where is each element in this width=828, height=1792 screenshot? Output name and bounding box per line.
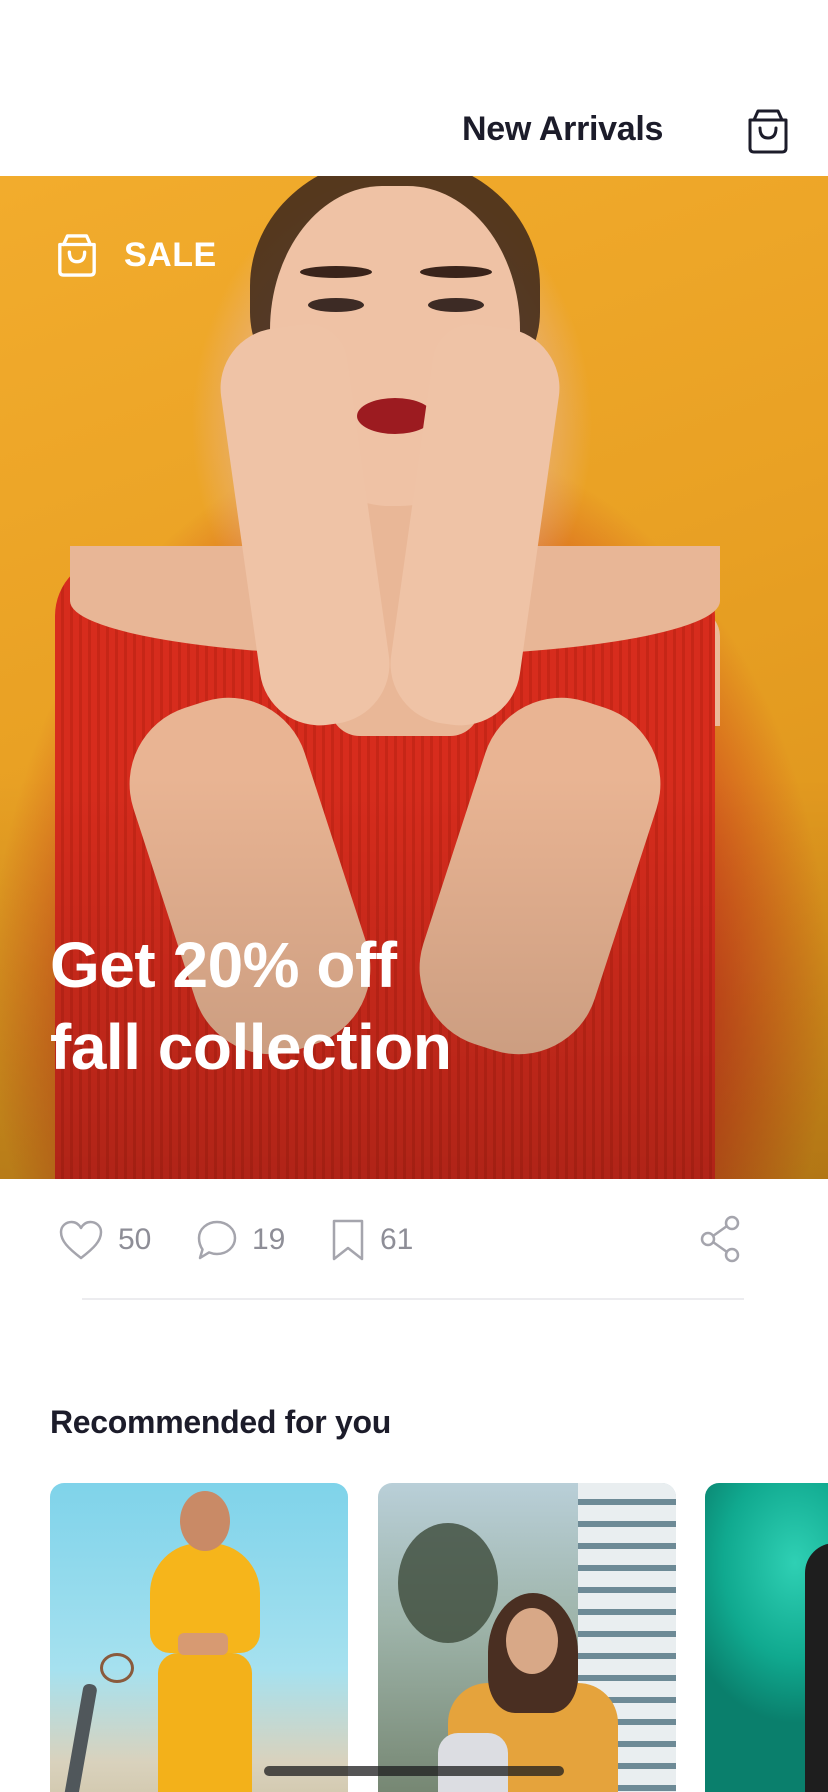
- comment-icon: [197, 1220, 237, 1260]
- model-pants: [158, 1653, 252, 1792]
- like-count: 50: [118, 1223, 152, 1256]
- hero-headline-line-2: fall collection: [50, 1011, 452, 1083]
- model-silhouette: [805, 1543, 828, 1792]
- bookmark-icon: [332, 1219, 364, 1261]
- recommended-item-3[interactable]: [705, 1483, 828, 1792]
- model-face: [506, 1608, 558, 1674]
- recommended-item-1[interactable]: [50, 1483, 348, 1792]
- bookmark-button[interactable]: 61: [330, 1216, 413, 1264]
- hero-eye-left: [308, 298, 364, 312]
- model-head: [180, 1491, 230, 1551]
- recommended-item-2[interactable]: [378, 1483, 676, 1792]
- home-indicator[interactable]: [264, 1766, 564, 1776]
- comment-count: 19: [252, 1223, 286, 1256]
- comment-button[interactable]: 19: [196, 1216, 285, 1264]
- basketball-hoop: [100, 1653, 134, 1683]
- model-jeans: [438, 1733, 508, 1792]
- recommended-title: Recommended for you: [50, 1404, 392, 1440]
- share-button[interactable]: [698, 1214, 742, 1264]
- action-bar: 50 19 61: [0, 1190, 828, 1290]
- hero-headline-line-1: Get 20% off: [50, 929, 397, 1001]
- top-header: New Arrivals: [0, 0, 828, 176]
- model-midriff: [178, 1633, 228, 1655]
- hero-brow-right: [420, 266, 492, 278]
- basketball-pole: [56, 1682, 98, 1792]
- bookmark-count: 61: [380, 1223, 414, 1256]
- sale-badge[interactable]: SALE: [56, 232, 217, 278]
- page-title: New Arrivals: [462, 110, 664, 148]
- like-button[interactable]: 50: [58, 1216, 151, 1264]
- cart-button[interactable]: [746, 108, 790, 154]
- palm-tree: [398, 1523, 498, 1643]
- hero-brow-left: [300, 266, 372, 278]
- share-icon: [700, 1215, 740, 1263]
- shopping-bag-icon: [748, 109, 788, 154]
- sale-label: SALE: [124, 235, 217, 274]
- hero-lips: [357, 398, 433, 434]
- section-divider: [82, 1298, 744, 1300]
- shopping-bag-icon: [58, 234, 96, 277]
- hero-eye-right: [428, 298, 484, 312]
- heart-icon: [59, 1220, 103, 1260]
- hero-headline: Get 20% off fall collection: [50, 924, 650, 1088]
